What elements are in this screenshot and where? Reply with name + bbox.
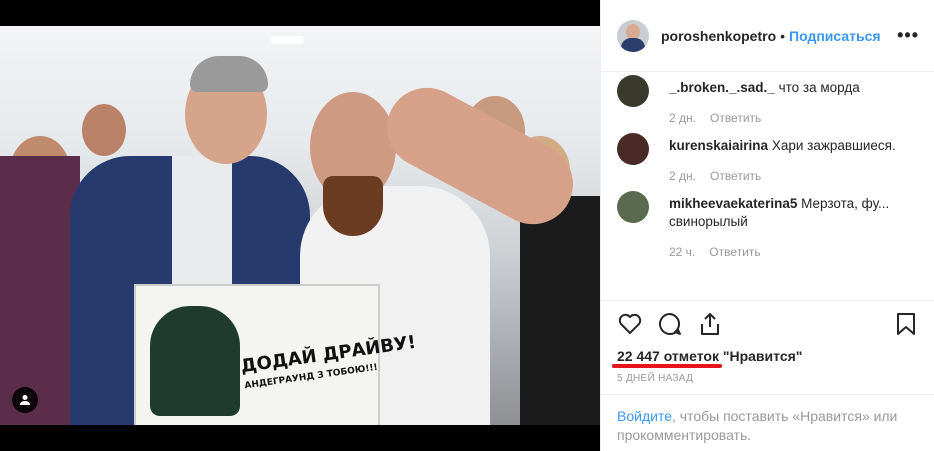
comment-time: 22 ч. xyxy=(669,245,696,259)
avatar[interactable] xyxy=(617,19,649,52)
poster-illustration xyxy=(150,306,240,416)
crowd-body xyxy=(0,156,80,425)
comment-text: mikheevaekaterina5 Мерзота, фу... свинор… xyxy=(669,191,919,231)
comment-avatar[interactable] xyxy=(617,191,649,223)
post-header: poroshenkopetro • Подписаться ••• xyxy=(601,0,934,72)
photo-scene: ДОДАЙ ДРАЙВУ! АНДЕГРАУНД З ТОБОЮ!!! xyxy=(0,26,600,425)
red-underline-annotation xyxy=(612,364,722,368)
comment-avatar[interactable] xyxy=(617,75,649,107)
likes-count[interactable]: 22 447 отметок "Нравится" xyxy=(617,348,802,364)
divider xyxy=(601,394,934,395)
comment-item: _.broken._.sad._ что за морда 2 дн. Ответ… xyxy=(617,75,919,131)
comment-body: что за морда xyxy=(778,80,860,95)
divider xyxy=(601,300,934,301)
ceiling-light xyxy=(270,36,304,44)
comment-text: _.broken._.sad._ что за морда xyxy=(669,75,919,97)
comment-body: Хари зажравшиеся. xyxy=(771,138,896,153)
separator-dot: • xyxy=(780,27,786,44)
follow-button[interactable]: Подписаться xyxy=(789,28,881,44)
comment-username[interactable]: kurenskaiairina xyxy=(669,138,768,153)
comment-meta: 2 дн. Ответить xyxy=(669,169,919,189)
heart-icon[interactable] xyxy=(617,311,643,337)
post-side-panel: poroshenkopetro • Подписаться ••• _.brok… xyxy=(600,0,934,451)
poster: ДОДАЙ ДРАЙВУ! АНДЕГРАУНД З ТОБОЮ!!! xyxy=(134,284,417,425)
action-bar xyxy=(617,311,919,341)
comment-item: kurenskaiairina Хари зажравшиеся. 2 дн. О… xyxy=(617,133,919,189)
share-icon[interactable] xyxy=(697,311,723,337)
comment-time: 2 дн. xyxy=(669,111,696,125)
comment-meta: 2 дн. Ответить xyxy=(669,111,919,131)
comment-username[interactable]: _.broken._.sad._ xyxy=(669,80,775,95)
reply-button[interactable]: Ответить xyxy=(710,169,761,183)
post-photo[interactable]: ДОДАЙ ДРАЙВУ! АНДЕГРАУНД З ТОБОЮ!!! xyxy=(0,0,600,451)
crowd-person xyxy=(82,104,126,156)
hair xyxy=(190,56,268,92)
comment-meta: 22 ч. Ответить xyxy=(669,245,919,265)
reply-button[interactable]: Ответить xyxy=(709,245,760,259)
beard xyxy=(323,176,383,236)
more-icon[interactable]: ••• xyxy=(897,25,919,46)
reply-button[interactable]: Ответить xyxy=(710,111,761,125)
login-link[interactable]: Войдите xyxy=(617,408,672,424)
post-date: 5 ДНЕЙ НАЗАД xyxy=(617,373,694,384)
comment-time: 2 дн. xyxy=(669,169,696,183)
comments-list: _.broken._.sad._ что за морда 2 дн. Ответ… xyxy=(617,73,919,299)
login-prompt: Войдите, чтобы поставить «Нравится» или … xyxy=(617,407,919,445)
comment-icon[interactable] xyxy=(657,311,683,337)
comment-username[interactable]: mikheevaekaterina5 xyxy=(669,196,797,211)
username-link[interactable]: poroshenkopetro xyxy=(661,28,776,44)
comment-item: mikheevaekaterina5 Мерзота, фу... свинор… xyxy=(617,191,919,265)
user-tag-icon[interactable] xyxy=(12,387,38,413)
crowd-body xyxy=(520,196,600,425)
comment-text: kurenskaiairina Хари зажравшиеся. xyxy=(669,133,919,155)
bookmark-icon[interactable] xyxy=(893,311,919,337)
comment-avatar[interactable] xyxy=(617,133,649,165)
